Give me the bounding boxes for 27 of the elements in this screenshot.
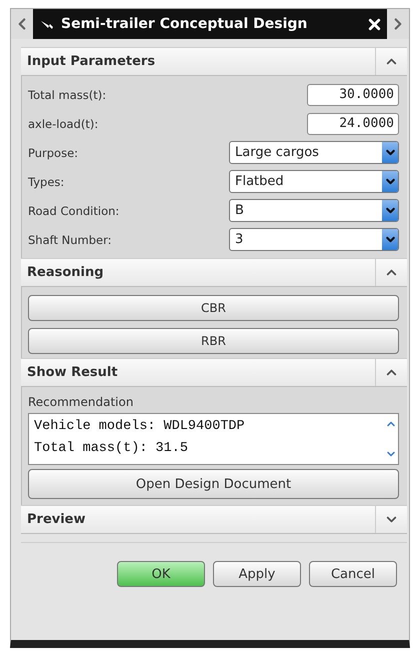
dialog-button[interactable]: Apply xyxy=(213,561,301,587)
field-label: Shaft Number: xyxy=(28,232,113,246)
reasoning-button[interactable]: CBR xyxy=(28,295,399,321)
result-line: Vehicle models: WDL9400TDP xyxy=(34,418,246,436)
dialog-button[interactable]: Cancel xyxy=(309,561,397,587)
section-header[interactable]: Show Result xyxy=(21,358,407,387)
section-header[interactable]: Preview xyxy=(21,505,407,534)
field-label: Purpose: xyxy=(28,146,80,160)
field-label: Types: xyxy=(28,174,66,188)
number-field[interactable]: 30.0000 xyxy=(307,84,399,106)
close-icon[interactable] xyxy=(366,16,383,32)
number-field[interactable]: 24.0000 xyxy=(307,112,399,134)
dropdown[interactable]: B xyxy=(229,199,399,222)
section-header[interactable]: Input Parameters xyxy=(21,47,407,76)
dropdown[interactable]: Flatbed xyxy=(229,170,399,193)
recommendation-label: Recommendation xyxy=(28,395,134,409)
window-title: Semi-trailer Conceptual Design xyxy=(60,16,308,32)
dialog-button[interactable]: OK xyxy=(117,561,205,587)
reasoning-button[interactable]: RBR xyxy=(28,328,399,354)
dropdown[interactable]: Large cargos xyxy=(229,141,399,164)
section-header[interactable]: Reasoning xyxy=(21,258,407,287)
dropdown[interactable]: 3 xyxy=(229,228,399,251)
field-label: Road Condition: xyxy=(28,204,120,218)
open-document-button[interactable]: Open Design Document xyxy=(28,469,399,499)
field-label: axle-load(t): xyxy=(28,116,100,130)
result-line: Total mass(t): 31.5 xyxy=(34,440,189,458)
field-label: Total mass(t): xyxy=(28,88,108,102)
